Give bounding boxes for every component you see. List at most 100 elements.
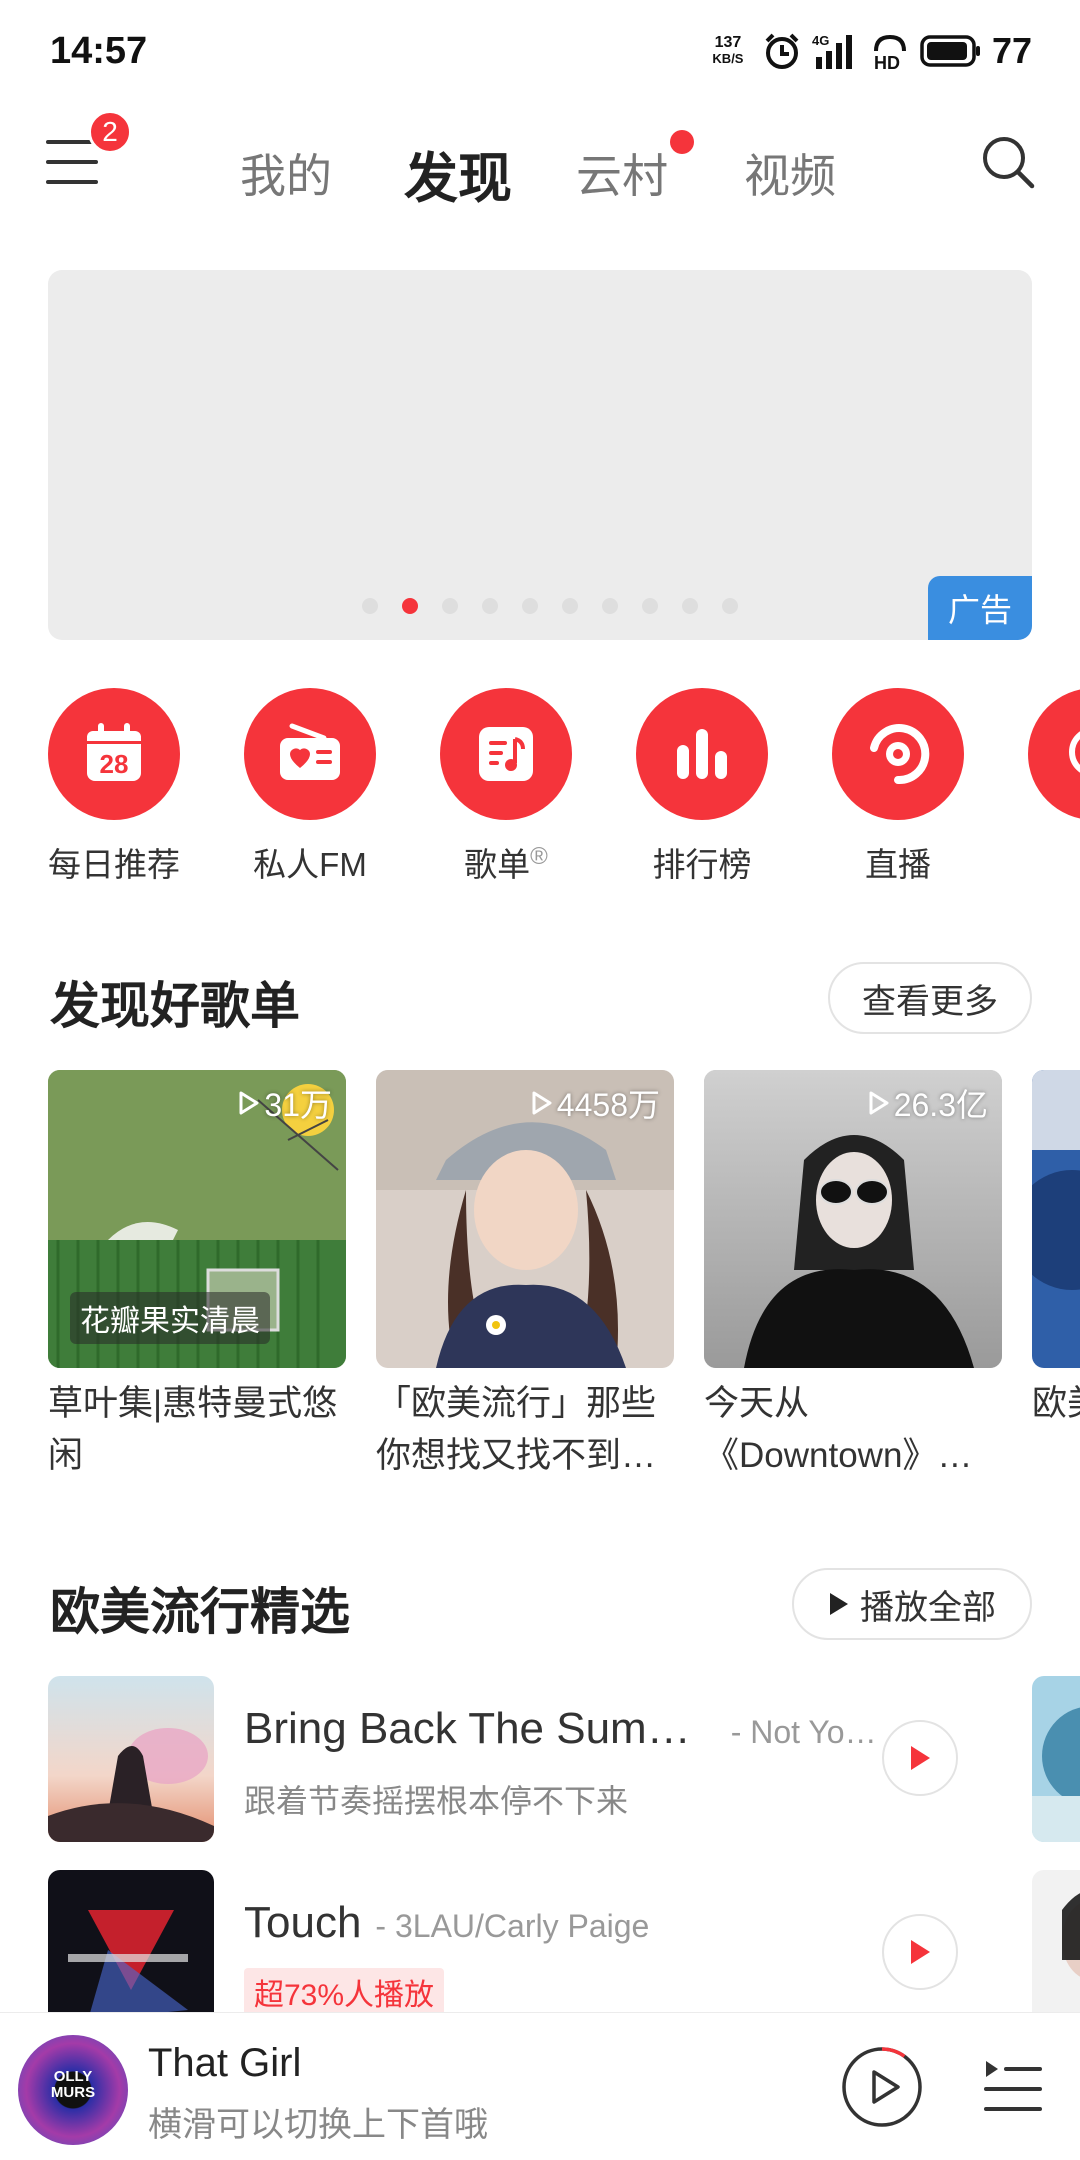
- entry-label: 直播: [865, 846, 931, 883]
- playlist-card[interactable]: 欧美要来: [1032, 1070, 1080, 1482]
- entry-label: 歌单®: [416, 838, 596, 886]
- play-all-button[interactable]: 播放全部: [792, 1568, 1032, 1640]
- carousel-dot: [362, 598, 378, 614]
- signal-4g-icon: 4G: [812, 33, 852, 69]
- song-artist: - 3LAU/Carly Paige: [375, 1908, 650, 1944]
- mini-player[interactable]: OLLY MURS That Girl 横滑可以切换上下首哦: [0, 2012, 1080, 2160]
- playback-progress-ring: [881, 2047, 906, 2058]
- playlist-queue-icon[interactable]: [982, 2057, 1044, 2117]
- playlist-title: 欧美要来: [1032, 1384, 1080, 1423]
- status-time: 14:57: [50, 30, 148, 72]
- carousel-dot: [442, 598, 458, 614]
- play-count: 26.3亿: [868, 1080, 988, 1126]
- battery-level: 77: [991, 30, 1032, 71]
- play-count-value: 31万: [264, 1087, 332, 1123]
- now-playing-hint: 横滑可以切换上下首哦: [148, 2106, 488, 2144]
- playlist-card[interactable]: 26.3亿 今天从《Downtown》…: [704, 1070, 1002, 1482]
- carousel-dot: [602, 598, 618, 614]
- entry-label: 电: [1004, 838, 1080, 886]
- playlist-icon: [440, 688, 572, 820]
- play-all-label: 播放全部: [860, 1588, 996, 1627]
- play-count: 31万: [238, 1080, 332, 1126]
- play-count-value: 26.3亿: [893, 1087, 988, 1123]
- playlist-carousel: 31万 花瓣果实清晨 草叶集|惠特曼式悠闲 4458万 「欧美流行」那些你想找又…: [0, 1070, 1080, 1490]
- playlist-cover: 4458万: [376, 1070, 674, 1368]
- network-speed: 137 KB/S: [704, 35, 752, 67]
- carousel-dot: [562, 598, 578, 614]
- alarm-icon: [765, 33, 799, 69]
- tab-mine[interactable]: 我的: [240, 140, 332, 206]
- battery-icon: [920, 35, 980, 67]
- song-play-button[interactable]: [882, 1914, 958, 1990]
- cover-text: OLLY MURS: [50, 2068, 96, 2101]
- playlist-tag: 花瓣果实清晨: [70, 1292, 270, 1344]
- now-playing-title: That Girl: [148, 2041, 302, 2085]
- tab-village[interactable]: 云村: [576, 140, 668, 206]
- play-icon: [830, 1593, 848, 1615]
- network-speed-unit: KB/S: [712, 51, 744, 66]
- entry-podcast[interactable]: 电: [1004, 688, 1080, 886]
- hd-icon: HD: [874, 34, 906, 71]
- banner-carousel[interactable]: 广告: [48, 270, 1032, 640]
- song-title: Bring Back The Sum… - Not Yo…: [244, 1704, 877, 1754]
- podcast-icon: [1028, 688, 1080, 820]
- playlist-title: 「欧美流行」那些你想找又找不到…: [376, 1384, 657, 1475]
- now-playing-cover: OLLY MURS: [18, 2035, 128, 2145]
- song-name: Touch: [244, 1898, 362, 1947]
- song-cover: [48, 1676, 214, 1842]
- svg-text:4G: 4G: [812, 33, 829, 48]
- carousel-dot: [722, 598, 738, 614]
- radio-icon: [244, 688, 376, 820]
- status-bar: 14:57 137 KB/S 4G HD 77: [0, 0, 1080, 100]
- view-more-button[interactable]: 查看更多: [828, 962, 1032, 1034]
- playlist-card[interactable]: 4458万 「欧美流行」那些你想找又找不到…: [376, 1070, 674, 1482]
- next-song-cover-peek: [1032, 1676, 1080, 1842]
- svg-text:HD: HD: [874, 53, 900, 71]
- entry-daily-recommend[interactable]: 28 每日推荐: [24, 688, 204, 886]
- song-row[interactable]: Bring Back The Sum… - Not Yo… 跟着节奏摇摆根本停不下…: [48, 1676, 1080, 1842]
- song-title: Touch - 3LAU/Carly Paige: [244, 1898, 649, 1948]
- play-icon: [239, 1091, 259, 1115]
- tab-bar: 我的 发现 云村 视频: [0, 130, 1080, 209]
- ad-tag: 广告: [928, 576, 1032, 640]
- top-navigation: 2 我的 发现 云村 视频: [0, 110, 1080, 210]
- playlist-cover: 26.3亿: [704, 1070, 1002, 1368]
- entry-personal-fm[interactable]: 私人FM: [220, 688, 400, 886]
- song-description: 跟着节奏摇摆根本停不下来: [244, 1783, 629, 1819]
- hot-badge: 超73%人播放: [244, 1968, 445, 2016]
- entry-live[interactable]: 直播: [808, 688, 988, 886]
- playlist-card[interactable]: 31万 花瓣果实清晨 草叶集|惠特曼式悠闲: [48, 1070, 346, 1482]
- section-title-playlists: 发现好歌单: [50, 978, 300, 1034]
- playlist-cover: [1032, 1070, 1080, 1368]
- entry-label-text: 歌单: [464, 846, 531, 883]
- tab-village-dot: [670, 130, 694, 154]
- play-icon: [869, 1091, 889, 1115]
- network-speed-value: 137: [714, 34, 742, 51]
- chart-icon: [636, 688, 768, 820]
- entry-label: 每日推荐: [48, 846, 180, 883]
- carousel-dot: [522, 598, 538, 614]
- playlist-cover: 31万 花瓣果实清晨: [48, 1070, 346, 1368]
- song-name: Bring Back The Sum…: [244, 1704, 691, 1753]
- song-play-button[interactable]: [882, 1720, 958, 1796]
- quick-entries: 28 每日推荐 私人FM 歌单® 排行榜 直播: [0, 688, 1080, 888]
- play-pause-icon[interactable]: [840, 2045, 924, 2129]
- tab-video[interactable]: 视频: [744, 140, 836, 206]
- calendar-day: 28: [100, 749, 129, 779]
- entry-playlist[interactable]: 歌单®: [416, 688, 596, 886]
- section-title-songs: 欧美流行精选: [50, 1584, 350, 1640]
- entry-charts[interactable]: 排行榜: [612, 688, 792, 886]
- carousel-dot: [642, 598, 658, 614]
- playlist-title: 今天从《Downtown》…: [704, 1384, 973, 1475]
- carousel-dot: [402, 598, 418, 614]
- play-icon: [911, 1746, 930, 1770]
- carousel-indicator: [48, 598, 1032, 614]
- status-icons: 137 KB/S 4G HD 77: [704, 28, 1032, 74]
- search-icon[interactable]: [980, 134, 1036, 190]
- play-icon: [911, 1940, 930, 1964]
- play-count: 4458万: [531, 1080, 660, 1126]
- entry-label: 私人FM: [253, 846, 367, 883]
- tab-discover[interactable]: 发现: [404, 134, 512, 213]
- play-icon: [532, 1091, 552, 1115]
- registered-mark: ®: [530, 843, 548, 870]
